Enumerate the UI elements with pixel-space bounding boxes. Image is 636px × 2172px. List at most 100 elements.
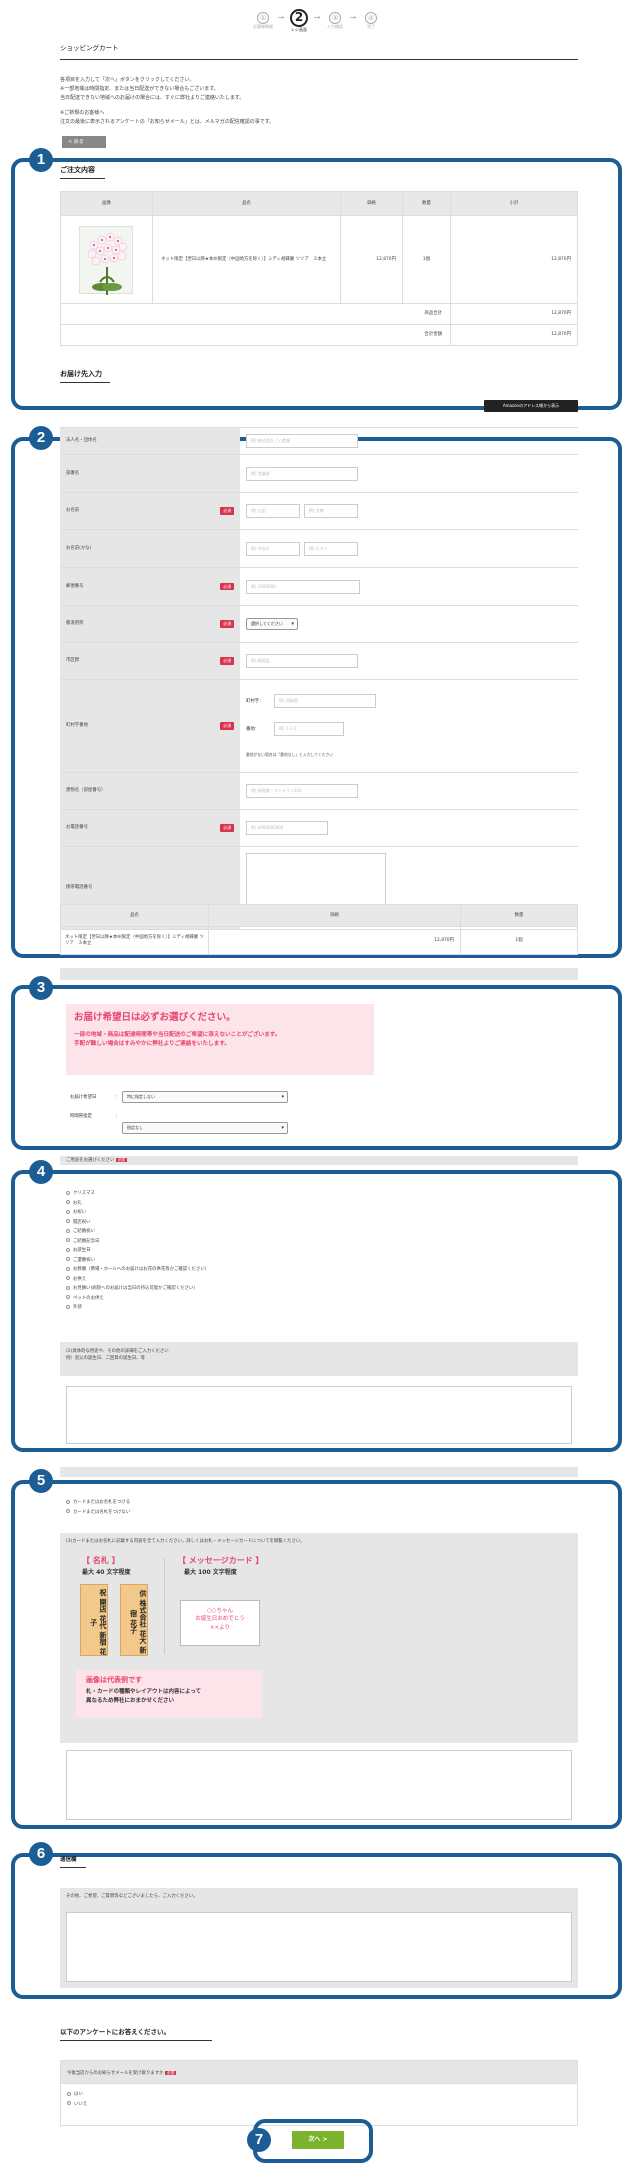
delivery-date-select[interactable]: 特に指定しない	[122, 1091, 288, 1103]
intro-line: 各項目を入力して「次へ」ボタンをクリックしてください。	[60, 77, 195, 83]
zip-input[interactable]: 例) 1000000	[246, 579, 360, 594]
purpose-option[interactable]: ご結婚記念日	[66, 1237, 209, 1247]
date-label: お届け希望日	[70, 1095, 97, 1100]
badge-6: 6	[29, 1842, 53, 1866]
col-header: 品名	[152, 191, 341, 216]
prefecture-select[interactable]: 選択してください	[246, 618, 298, 630]
required-badge: 必須	[220, 507, 234, 515]
field-label: 都道府県	[66, 621, 84, 627]
street-input[interactable]: 例) 1-1-1	[274, 722, 344, 736]
note-header: (2)具体的な用途や、その他の詳細をご入力ください	[66, 1349, 169, 1354]
purpose-option[interactable]: お葬儀（斎場・ホールへのお届けはお花の供花等かご確認ください）	[66, 1265, 209, 1275]
delivery-time-select[interactable]: 指定なし	[122, 1122, 288, 1134]
intro-text: 各項目を入力して「次へ」ボタンをクリックしてください。 ※一部地域は時間指定、ま…	[60, 76, 578, 127]
step-2-current: 2 レジ画面	[290, 9, 308, 32]
checkbox-icon	[66, 1190, 70, 1195]
checkbox-icon	[66, 1200, 70, 1204]
name-tag-sample-2: 供 株式会社 花大 新宿 花子	[120, 1584, 148, 1656]
required-badge: 必須	[115, 1158, 127, 1162]
card-option-attach[interactable]: カードまたはお名札をつける	[66, 1498, 130, 1508]
item-price: 12,870円	[208, 926, 461, 955]
company-input[interactable]: 例) 株式会社 ○○産業	[246, 434, 358, 448]
comment-textarea[interactable]	[66, 1912, 572, 1982]
purpose-option[interactable]: お祝い	[66, 1208, 209, 1218]
sum-label: 合計金額	[60, 324, 451, 346]
purpose-option[interactable]: 開店祝い	[66, 1218, 209, 1228]
required-badge: 必須	[220, 722, 234, 730]
col-header: 価格	[340, 191, 403, 216]
notice-body: 異なるため弊社におまかせください	[86, 1697, 175, 1704]
purpose-option[interactable]: ご還暦祝い	[66, 1256, 209, 1266]
checkbox-icon	[66, 1266, 70, 1271]
message-card-title: 【 メッセージカード 】	[178, 1556, 264, 1565]
back-button[interactable]: < 戻る	[62, 136, 106, 148]
purpose-option[interactable]: お誕生日	[66, 1246, 209, 1256]
card-textarea[interactable]	[66, 1750, 572, 1820]
item-name[interactable]: ネット限定【翌日以降★本州限定（中国地方を除く）】ミディ胡蝶蘭 ツリア ３本立	[152, 215, 341, 304]
table-row: ネット限定【翌日以降★本州限定（中国地方を除く）】ミディ胡蝶蘭 ツリア ３本立 …	[60, 215, 578, 304]
purpose-note-header: (2)具体的な用途や、その他の詳細をご入力ください 例）叔父の誕生日、二回目の誕…	[60, 1342, 578, 1376]
checkbox-icon	[66, 1209, 70, 1214]
purpose-textarea[interactable]	[66, 1386, 572, 1444]
survey-option-no[interactable]: いいえ	[67, 2100, 571, 2110]
checkbox-icon	[66, 1238, 70, 1242]
building-input[interactable]: 例) 新宿第一マンション204	[246, 784, 358, 798]
total-value: 12,870円	[450, 303, 578, 325]
amazon-address-button[interactable]: Amazonのアドレス帳から表示	[484, 400, 578, 412]
next-button[interactable]: 次へ >	[292, 2131, 344, 2149]
purpose-option[interactable]: お見舞い(病院へのお届けは当日の持込可能かご確認ください)	[66, 1284, 209, 1294]
first-name-input[interactable]: 例) 太郎	[304, 504, 358, 518]
survey-option-yes[interactable]: はい	[67, 2090, 571, 2100]
card-options: カードまたはお名札をつける カードまたは名札をつけない	[66, 1498, 130, 1517]
city-input[interactable]: 例) 新宿区	[246, 654, 358, 668]
table-row: ネット限定【翌日以降★本州限定（中国地方を除く）】ミディ胡蝶蘭 ツリア ３本立 …	[60, 926, 578, 955]
survey-title: 以下のアンケートにお答えください。	[60, 2028, 171, 2036]
note-example: 例）叔父の誕生日、二回目の誕生日、等	[66, 1356, 146, 1362]
badge-1: 1	[29, 148, 53, 172]
row-department: 部署名 例) 営業部	[60, 454, 578, 492]
field-label: 建物名（部屋番号）	[60, 773, 240, 809]
checkbox-icon	[66, 1276, 70, 1280]
survey-question: 今後当店からのお知らせメールを受け取りますか 必須	[60, 2060, 578, 2084]
delivery-date-banner: お届け希望日は必ずお選びください。 一部の地域・商品は配達時間帯や当日配送のご希…	[66, 1004, 374, 1075]
row-phone: お電話番号 必須 例) 0000000000	[60, 809, 578, 846]
arrow-right-icon: →	[313, 13, 321, 22]
intro-line: ※一部地域は時間指定、または当日配送ができない場合もございます。	[60, 86, 219, 92]
col-header: 小計	[450, 191, 578, 216]
first-name-kana-input[interactable]: 例) たろう	[304, 541, 358, 556]
phone-input[interactable]: 例) 0000000000	[246, 821, 328, 835]
message-card-limit: 最大 100 文字程度	[184, 1569, 237, 1576]
comment-instructions: その他、ご希望、ご質問等などございましたら、ご入力ください。	[66, 1894, 198, 1899]
purpose-option[interactable]: お礼	[66, 1199, 209, 1209]
section-divider	[60, 968, 578, 980]
badge-3: 3	[29, 976, 53, 1000]
product-image[interactable]	[79, 225, 133, 295]
banner-title: お届け希望日は必ずお選びください。	[74, 1012, 236, 1023]
item-qty: 1個	[460, 926, 578, 955]
delivery-title: お届け先入力	[60, 370, 102, 378]
section-divider	[60, 1467, 578, 1477]
order-title-wrap: ご注文内容	[60, 166, 105, 179]
page-title: ショッピングカート	[60, 44, 119, 52]
last-name-input[interactable]: 例) 山田	[246, 504, 300, 518]
row-address: 町村字番地 必須 町村字： 例) 西新宿 番地： 例) 1-1-1 番地がない場合…	[60, 679, 578, 772]
banner-body: 手配が難しい場合はすみやかに弊社よりご連絡をいたします。	[74, 1040, 230, 1047]
field-label: 町村字番地	[66, 723, 88, 729]
field-label: 部署名	[60, 455, 240, 492]
purpose-option[interactable]: ペットのお供え	[66, 1294, 209, 1304]
purpose-option[interactable]: クリスマス	[66, 1189, 209, 1199]
purpose-option[interactable]: 外部	[66, 1303, 209, 1313]
card-option-none[interactable]: カードまたは名札をつけない	[66, 1508, 130, 1518]
purpose-option[interactable]: ご結婚祝い	[66, 1227, 209, 1237]
department-input[interactable]: 例) 営業部	[246, 466, 358, 481]
step-3: ③ 入力確認	[327, 12, 343, 29]
col-header: 画像	[60, 191, 153, 216]
checkbox-icon	[66, 1295, 70, 1299]
row-building: 建物名（部屋番号） 例) 新宿第一マンション204	[60, 772, 578, 809]
last-name-kana-input[interactable]: 例) やまだ	[246, 541, 300, 556]
required-badge: 必須	[164, 2071, 177, 2075]
purpose-option[interactable]: お供え	[66, 1275, 209, 1285]
badge-4: 4	[29, 1160, 53, 1184]
field-label: お名前	[66, 508, 80, 514]
town-input[interactable]: 例) 西新宿	[274, 694, 376, 708]
